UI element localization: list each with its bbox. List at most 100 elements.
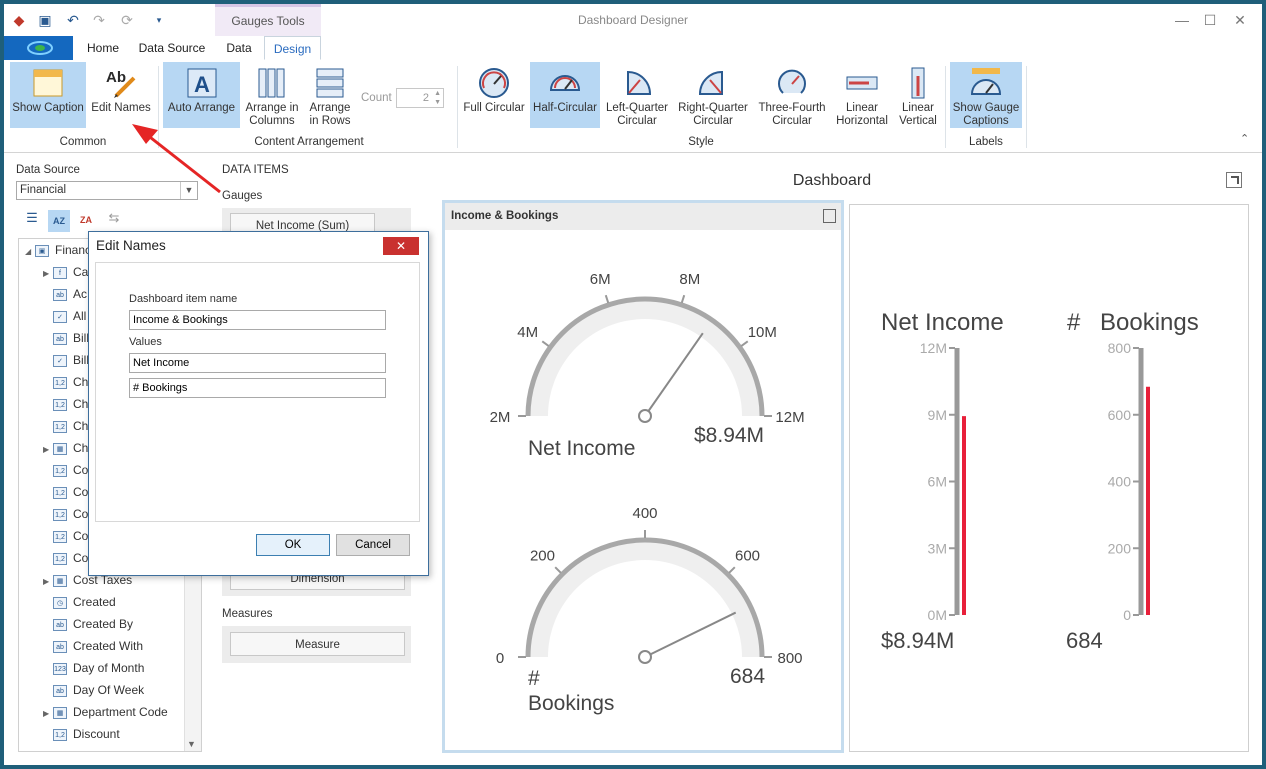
field-type-12-icon: 1,2	[53, 508, 67, 521]
tree-item[interactable]: 1,2 Co	[43, 547, 88, 569]
tree-item[interactable]: 1,2 Ch	[43, 371, 88, 393]
show-caption-button[interactable]: Show Caption	[10, 62, 86, 128]
arrange-rows-button[interactable]: Arrange in Rows	[304, 62, 356, 128]
tree-item[interactable]: 1,2 Ch	[43, 415, 88, 437]
tree-item[interactable]: 1,2 Co	[43, 525, 88, 547]
tree-item[interactable]: 1,2 Co	[43, 459, 88, 481]
minimize-icon[interactable]: —	[1168, 10, 1196, 30]
gauge-tick-label: 400	[632, 505, 657, 522]
tree-item[interactable]: ab Created By	[43, 613, 133, 635]
tree-item[interactable]: 1,2 Discount	[43, 723, 120, 745]
linear-tick-label: 12M	[920, 340, 947, 356]
tree-item[interactable]: 1,2 Ch	[43, 393, 88, 415]
dialog-close-icon[interactable]: ✕	[383, 237, 419, 255]
tree-item-label: Day of Month	[73, 661, 145, 675]
gauge-band	[528, 299, 762, 416]
field-type-12-icon: 1,2	[53, 486, 67, 499]
tree-item[interactable]: ✓ All	[43, 305, 86, 327]
tree-item[interactable]: ◢ ▣ Financ	[25, 239, 91, 261]
linear1-value: $8.94M	[881, 628, 954, 653]
expand-arrow-icon[interactable]: ◢	[25, 241, 35, 263]
tree-item[interactable]: ▶ ▦ Ch	[43, 437, 88, 459]
gauge-tick	[604, 294, 610, 304]
expand-arrow-icon[interactable]: ▶	[43, 439, 53, 461]
linear-gauge-bookings: 800 600 400 200 0	[1108, 340, 1150, 623]
tree-item-label: Ch	[73, 375, 89, 389]
tree-item-label: Bill	[73, 331, 90, 345]
tab-data[interactable]: Data	[220, 36, 258, 60]
tree-item[interactable]: 1,2 Effective Dat	[43, 745, 141, 751]
right-quarter-circular-button[interactable]: Right-Quarter Circular	[676, 62, 750, 128]
scroll-down-arrow-icon[interactable]: ▼	[187, 739, 196, 749]
tree-item[interactable]: 123 Day of Month	[43, 657, 144, 679]
linear2-value: 684	[1066, 628, 1103, 653]
field-type-table-icon: ▦	[53, 706, 67, 719]
edit-names-label: Edit Names	[91, 102, 151, 114]
spin-arrows-icon[interactable]: ▲ ▼	[434, 89, 441, 107]
tree-item[interactable]: ▶ f Ca	[43, 261, 88, 283]
ok-button[interactable]: OK	[256, 534, 330, 556]
tree-item[interactable]: ▶ ▦ Department Code	[43, 701, 168, 723]
three-fourth-circular-button[interactable]: Three-Fourth Circular	[756, 62, 828, 128]
half-circular-button[interactable]: Half-Circular	[530, 62, 600, 128]
tree-item[interactable]: 1,2 Co	[43, 503, 88, 525]
refresh-field-list-icon[interactable]: ⇆	[104, 210, 124, 230]
expand-arrow-icon[interactable]: ▶	[43, 263, 53, 285]
expand-arrow-icon[interactable]: ▶	[43, 703, 53, 725]
gauge-tick-label: 6M	[590, 271, 611, 288]
tree-item[interactable]: ab Bill	[43, 327, 89, 349]
maximize-icon[interactable]: ☐	[1196, 10, 1224, 30]
app-window: ◆ ▣ ↶ ↷ ⟳ ▾ Gauges Tools Dashboard Desig…	[4, 4, 1262, 765]
arrange-columns-label-1: Arrange in	[245, 102, 299, 114]
tree-item[interactable]: 1,2 Co	[43, 481, 88, 503]
linear-tick-label: 9M	[928, 407, 947, 423]
dashboard-item-name-input[interactable]: Income & Bookings	[129, 310, 386, 330]
three-fourth-gauge-icon	[775, 66, 809, 100]
group-by-type-icon[interactable]: ☰	[22, 210, 42, 230]
tab-design[interactable]: Design	[264, 36, 321, 60]
measure-button[interactable]: Measure	[230, 632, 405, 656]
linear-gauge-net-income: 12M 9M 6M 3M 0M	[920, 340, 966, 623]
values-label: Values	[129, 336, 162, 348]
dashboard-title: Dashboard	[792, 172, 872, 189]
tree-item-label: Co	[73, 485, 89, 499]
field-type-ab-icon: ab	[53, 684, 67, 697]
group-label-labels: Labels	[969, 136, 1003, 148]
auto-arrange-button[interactable]: A Auto Arrange	[163, 62, 240, 128]
full-circular-button[interactable]: Full Circular	[462, 62, 526, 128]
sort-ascending-icon[interactable]: AZ	[48, 210, 70, 232]
linear-horizontal-button[interactable]: Linear Horizontal	[832, 62, 892, 128]
tab-data-source[interactable]: Data Source	[134, 36, 210, 60]
export-dashboard-icon[interactable]	[1226, 172, 1242, 188]
linear-gauge-card[interactable]: 12M 9M 6M 3M 0M 800 600 400 200 0 Net Income # B…	[849, 204, 1249, 752]
ribbon-separator	[945, 66, 946, 148]
show-gauge-captions-button[interactable]: Show Gauge Captions	[950, 62, 1022, 128]
cancel-button[interactable]: Cancel	[336, 534, 410, 556]
application-menu-button[interactable]	[4, 36, 73, 60]
count-spin-editor[interactable]: 2 ▲ ▼	[396, 88, 444, 108]
field-type-12-icon: 1,2	[53, 530, 67, 543]
gauge-tick-label: 10M	[748, 324, 777, 341]
gauge-needle	[644, 332, 704, 417]
arrange-columns-button[interactable]: Arrange in Columns	[244, 62, 300, 128]
value-1-input[interactable]: Net Income	[129, 353, 386, 373]
close-icon[interactable]: ✕	[1226, 10, 1254, 30]
expand-arrow-icon[interactable]: ▶	[43, 571, 53, 593]
left-quarter-circular-button[interactable]: Left-Quarter Circular	[604, 62, 670, 128]
tree-item[interactable]: ab Ac	[43, 283, 87, 305]
linear-vertical-button[interactable]: Linear Vertical	[896, 62, 940, 128]
group-label-style: Style	[688, 136, 714, 148]
value-2-input[interactable]: # Bookings	[129, 378, 386, 398]
tree-item[interactable]: ab Day Of Week	[43, 679, 144, 701]
tree-item[interactable]: ✓ Bill	[43, 349, 89, 371]
tree-item-label: Effective Dat	[73, 749, 141, 751]
tree-item[interactable]: ◷ Created	[43, 591, 116, 613]
collapse-ribbon-icon[interactable]: ⌃	[1240, 132, 1249, 145]
sort-descending-icon[interactable]: ZA	[76, 210, 96, 230]
edit-names-button[interactable]: Ab Edit Names	[90, 62, 152, 128]
tab-home[interactable]: Home	[80, 36, 126, 60]
gauge-bookings: 0 200 400 600 800	[496, 505, 803, 667]
arrange-rows-label-2: in Rows	[309, 115, 351, 127]
tree-item[interactable]: ab Created With	[43, 635, 143, 657]
gauge-card-income-bookings[interactable]: Income & Bookings 2M 4M 6M 8M 10M 12M 0 200 400…	[442, 200, 844, 753]
